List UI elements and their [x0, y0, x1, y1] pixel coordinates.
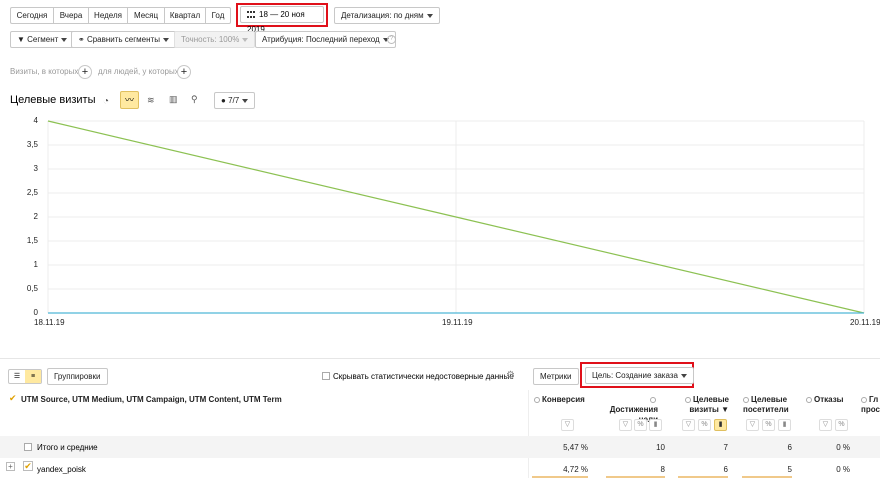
- hide-unreliable-checkbox[interactable]: [322, 372, 330, 380]
- bar-icon[interactable]: ▮: [714, 419, 727, 431]
- chevron-down-icon: [680, 373, 687, 378]
- groupings-button[interactable]: Группировки: [47, 368, 108, 385]
- totals-target-visits: 7: [723, 443, 728, 452]
- x-tick-label: 20.11.19: [850, 318, 880, 327]
- column-header-conversion[interactable]: Конверсия: [534, 395, 585, 405]
- view-switch[interactable]: ☰ ≡: [8, 369, 42, 384]
- metrics-button[interactable]: Метрики: [533, 368, 579, 385]
- sort-icon: [743, 396, 749, 403]
- filter-icon[interactable]: ▽: [561, 419, 574, 431]
- column-header-depth[interactable]: Гл прос: [861, 395, 880, 415]
- gear-icon[interactable]: ⚙: [506, 370, 515, 381]
- row-conversion: 4,72 %: [563, 465, 588, 474]
- percent-icon[interactable]: %: [634, 419, 647, 431]
- percent-icon[interactable]: %: [835, 419, 848, 431]
- column-header-bounces[interactable]: Отказы: [806, 395, 844, 405]
- x-tick-label: 19.11.19: [442, 318, 473, 327]
- percent-icon[interactable]: %: [698, 419, 711, 431]
- totals-goal-reaches: 10: [656, 443, 665, 452]
- line-chart: [47, 120, 865, 314]
- row-goal-reaches: 8: [660, 465, 665, 474]
- sort-icon: [806, 396, 812, 403]
- row-target-visitors: 5: [787, 465, 792, 474]
- bar-icon[interactable]: ▮: [778, 419, 791, 431]
- x-tick-label: 18.11.19: [34, 318, 65, 327]
- row-label[interactable]: yandex_poisk: [37, 465, 86, 474]
- sort-icon: [650, 396, 656, 403]
- column-header-target-visits[interactable]: Целевые визиты ▼: [679, 395, 729, 415]
- totals-checkbox[interactable]: [24, 443, 32, 451]
- filter-icon[interactable]: ▽: [746, 419, 759, 431]
- row-checkbox[interactable]: ✔: [23, 461, 33, 471]
- expand-icon[interactable]: +: [6, 462, 15, 471]
- sort-icon: [534, 396, 540, 403]
- totals-bounces: 0 %: [836, 443, 850, 452]
- list-view-icon[interactable]: ☰: [9, 370, 25, 383]
- goal-dropdown[interactable]: Цель: Создание заказа: [585, 367, 694, 384]
- tree-view-icon[interactable]: ≡: [25, 370, 41, 383]
- column-header-target-visitors[interactable]: Целевые посетители: [743, 395, 789, 415]
- totals-target-visitors: 6: [787, 443, 792, 452]
- dimension-header[interactable]: UTM Source, UTM Medium, UTM Campaign, UT…: [21, 395, 282, 405]
- bar-icon[interactable]: ▮: [649, 419, 662, 431]
- sort-icon: [684, 396, 691, 403]
- totals-label: Итого и средние: [37, 443, 98, 452]
- row-bounces: 0 %: [836, 465, 850, 474]
- checkmark-icon[interactable]: ✔: [9, 394, 17, 403]
- sort-icon: [861, 396, 867, 403]
- filter-icon[interactable]: ▽: [819, 419, 832, 431]
- totals-conversion: 5,47 %: [563, 443, 588, 452]
- divider: [0, 358, 880, 359]
- hide-unreliable-label: Скрывать статистически недостоверные дан…: [333, 372, 514, 381]
- percent-icon[interactable]: %: [762, 419, 775, 431]
- filter-icon[interactable]: ▽: [682, 419, 695, 431]
- filter-icon[interactable]: ▽: [619, 419, 632, 431]
- row-target-visits: 6: [723, 465, 728, 474]
